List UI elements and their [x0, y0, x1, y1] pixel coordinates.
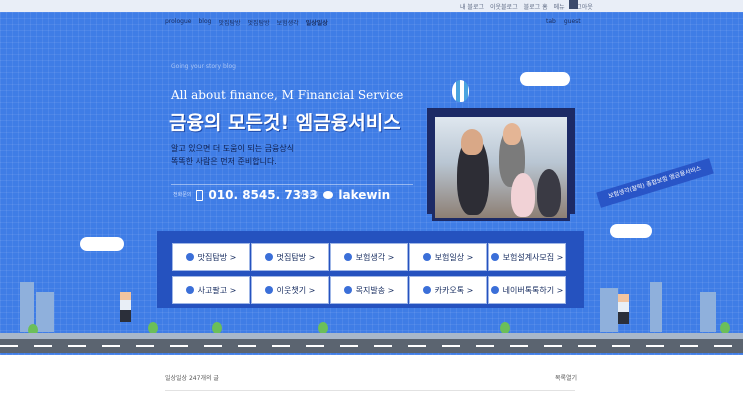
description-line-2: 똑똑한 사람은 먼저 준비합니다.	[171, 157, 277, 166]
post-count-label: 일상일상 247개의 글	[165, 375, 219, 382]
description-line-1: 알고 있으면 더 도움이 되는 금융상식	[171, 144, 295, 153]
top-link-menu[interactable]: 메뉴	[554, 2, 565, 11]
menu-button-neighbors[interactable]: 이웃챗기 >	[251, 276, 329, 304]
top-link-neighbor-blog[interactable]: 이웃블로그	[490, 2, 518, 11]
person-figure	[537, 169, 561, 217]
menu-button-label: 사고팔고 >	[197, 285, 237, 295]
menu-button-label: 네이버톡톡하기 >	[502, 285, 564, 295]
menu-button-label: 보험설계사모집 >	[502, 252, 564, 262]
menu-button-kakaotalk[interactable]: 카카오톡 >	[409, 276, 487, 304]
menu-button-label: 멋집탐방 >	[276, 252, 316, 262]
menu-button-places[interactable]: 멋집탐방 >	[251, 243, 329, 271]
apps-grid-icon[interactable]	[569, 0, 578, 9]
menu-button-label: 맛집탐방 >	[197, 252, 237, 262]
nav-item-insurance[interactable]: 보험생각	[277, 18, 299, 27]
cloud-decoration	[610, 224, 652, 238]
menu-icon	[264, 286, 273, 294]
businessman-illustration	[618, 294, 629, 324]
kakao-contact: 카카오톡 lakewin	[300, 188, 390, 202]
menu-icon	[490, 253, 499, 261]
promo-banner: 보험생각(찰떡) 종합보험 엠금융서비스	[596, 158, 714, 208]
building	[600, 288, 618, 332]
top-link-blog-home[interactable]: 블로그 홈	[524, 2, 548, 11]
businessman-illustration	[120, 292, 131, 322]
english-title: All about finance, M Financial Service	[171, 88, 404, 102]
phone-icon	[196, 189, 204, 201]
phone-contact: 전화문의 010. 8545. 7333	[173, 188, 318, 202]
top-link-my-blog[interactable]: 내 블로그	[460, 2, 484, 11]
person-figure	[511, 173, 535, 217]
person-face	[503, 123, 521, 145]
menu-button-insurance-daily[interactable]: 보험일상 >	[409, 243, 487, 271]
menu-icon	[490, 286, 499, 294]
menu-button-naver-talk[interactable]: 네이버톡톡하기 >	[488, 276, 566, 304]
menu-button-insurance[interactable]: 보험생각 >	[330, 243, 408, 271]
blog-subtitle: Going your story blog	[171, 63, 236, 70]
nav-item-daily[interactable]: 일상일상	[306, 18, 328, 27]
divider	[171, 184, 413, 185]
menu-icon	[343, 253, 352, 261]
list-divider	[165, 390, 575, 391]
list-toggle-button[interactable]: 목록열기	[555, 373, 577, 382]
nav-right: tab guest	[546, 18, 581, 25]
menu-button-label: 보험일상 >	[434, 252, 474, 262]
nav-item-prologue[interactable]: prologue	[165, 18, 191, 27]
top-strip: 내 블로그 이웃블로그 블로그 홈 메뉴 로그아웃	[0, 0, 743, 12]
phone-label: 전화문의	[173, 192, 192, 198]
menu-icon	[422, 286, 431, 294]
hot-air-balloon-icon	[452, 80, 469, 102]
menu-icon	[264, 253, 273, 261]
nav-item-places[interactable]: 멋집탐방	[248, 18, 270, 27]
blog-nav: prologue blog 맛집탐방 멋집탐방 보험생각 일상일상	[165, 18, 328, 27]
nav-item-guest[interactable]: guest	[564, 18, 581, 25]
post-list-area	[0, 355, 743, 411]
cloud-decoration	[520, 72, 570, 86]
kakao-id: lakewin	[338, 188, 391, 202]
building	[650, 282, 662, 332]
building	[36, 292, 54, 332]
menu-icon	[185, 253, 194, 261]
person-face	[461, 129, 483, 155]
menu-button-send[interactable]: 목지발송 >	[330, 276, 408, 304]
cloud-decoration	[80, 237, 124, 251]
kakao-icon	[323, 191, 334, 199]
nav-item-blog[interactable]: blog	[198, 18, 211, 27]
nav-item-food[interactable]: 맛집탐방	[218, 18, 240, 27]
kakao-label: 카카오톡	[300, 192, 319, 198]
blog-title: 금융의 모든것! 엠금융서비스	[169, 112, 401, 134]
menu-button-label: 보험생각 >	[355, 252, 395, 262]
menu-icon	[422, 253, 431, 261]
menu-button-food[interactable]: 맛집탐방 >	[172, 243, 250, 271]
road-line	[0, 345, 743, 347]
menu-button-label: 이웃챗기 >	[276, 285, 316, 295]
menu-button-recruit[interactable]: 보험설계사모집 >	[488, 243, 566, 271]
menu-button-label: 목지발송 >	[355, 285, 395, 295]
building	[700, 292, 716, 332]
menu-button-trade[interactable]: 사고팔고 >	[172, 276, 250, 304]
nav-item-tab[interactable]: tab	[546, 18, 556, 25]
family-photo	[432, 114, 570, 221]
menu-button-label: 카카오톡 >	[434, 285, 474, 295]
menu-icon	[343, 286, 352, 294]
menu-icon	[185, 286, 194, 294]
